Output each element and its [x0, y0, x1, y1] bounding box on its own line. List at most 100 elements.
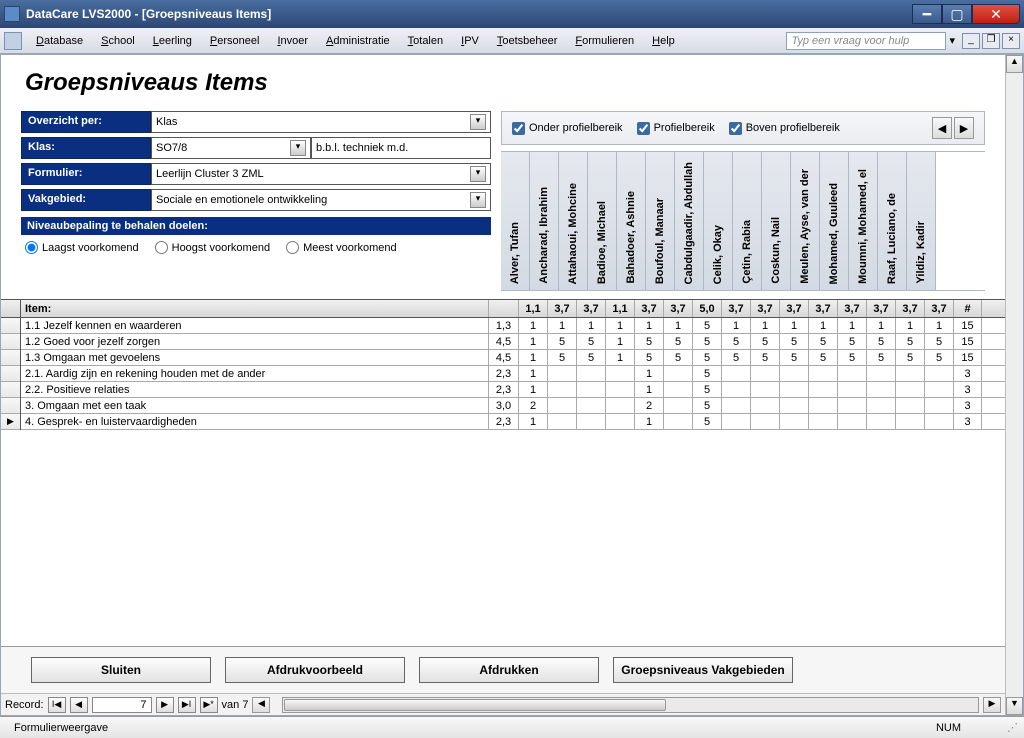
row-selector[interactable]	[1, 318, 20, 334]
cell-val	[867, 414, 896, 429]
menu-item-ipv[interactable]: IPV	[453, 31, 487, 51]
formulier-select[interactable]: Leerlijn Cluster 3 ZML ▾	[151, 163, 491, 185]
table-row[interactable]: 1.2 Goed voor jezelf zorgen4,51551555555…	[21, 334, 1005, 350]
row-selector[interactable]	[1, 334, 20, 350]
hscroll-left-button[interactable]: ◀	[252, 697, 270, 713]
maximize-button[interactable]: ▢	[942, 4, 972, 24]
profile-checks: Onder profielbereik Profielbereik Boven …	[501, 111, 985, 145]
sluiten-button[interactable]: Sluiten	[31, 657, 211, 683]
klas-label: Klas:	[21, 137, 151, 159]
table-row[interactable]: 2.1. Aardig zijn en rekening houden met …	[21, 366, 1005, 382]
cell-val	[925, 414, 954, 429]
cell-val: 5	[577, 350, 606, 365]
menu-item-invoer[interactable]: Invoer	[269, 31, 316, 51]
horizontal-scrollbar[interactable]	[282, 697, 979, 713]
vscroll-down-button[interactable]: ▼	[1006, 697, 1023, 715]
niveaubepaling-radio-0[interactable]: Laagst voorkomend	[25, 241, 139, 254]
student-header: Çetin, Rabia	[733, 152, 762, 290]
mdi-system-icon[interactable]	[4, 32, 22, 50]
child-restore-button[interactable]: ❐	[982, 33, 1000, 49]
help-search-input[interactable]	[786, 32, 946, 50]
menu-item-personeel[interactable]: Personeel	[202, 31, 268, 51]
cell-val: 1	[548, 318, 577, 333]
menu-item-totalen[interactable]: Totalen	[400, 31, 451, 51]
table-row[interactable]: 4. Gesprek- en luistervaardigheden2,3115…	[21, 414, 1005, 430]
menu-item-database[interactable]: Database	[28, 31, 91, 51]
student-header: Meulen, Ayse, van der	[791, 152, 820, 290]
vertical-scrollbar[interactable]: ▲ ▼	[1005, 55, 1023, 715]
row-selector[interactable]	[1, 350, 20, 366]
minimize-button[interactable]: ━	[912, 4, 942, 24]
help-dropdown-icon[interactable]: ▾	[946, 34, 958, 47]
record-next-button[interactable]: ▶	[156, 697, 174, 713]
table-row[interactable]: 2.2. Positieve relaties2,31153	[21, 382, 1005, 398]
cell-val	[722, 366, 751, 381]
klas-select[interactable]: SO7/8 ▾	[151, 137, 311, 159]
cell-val: 5	[925, 350, 954, 365]
niveaubepaling-radio-1[interactable]: Hoogst voorkomend	[155, 241, 270, 254]
child-close-button[interactable]: ×	[1002, 33, 1020, 49]
afdrukken-button[interactable]: Afdrukken	[419, 657, 599, 683]
niveaubepaling-header: Niveaubepaling te behalen doelen:	[21, 217, 491, 235]
dropdown-icon[interactable]: ▾	[470, 192, 486, 208]
vscroll-up-button[interactable]: ▲	[1006, 55, 1023, 73]
close-button[interactable]: ✕	[972, 4, 1020, 24]
app-icon	[4, 6, 20, 22]
student-head-val: 3,7	[722, 300, 751, 317]
menu-item-formulieren[interactable]: Formulieren	[567, 31, 642, 51]
onder-checkbox[interactable]: Onder profielbereik	[512, 122, 623, 135]
cell-val: 5	[896, 334, 925, 349]
record-new-button[interactable]: ▶*	[200, 697, 218, 713]
nav-left-button[interactable]: ◀	[932, 117, 952, 139]
vakgebieden-button[interactable]: Groepsniveaus Vakgebieden	[613, 657, 793, 683]
row-selector[interactable]	[1, 382, 20, 398]
menu-item-leerling[interactable]: Leerling	[145, 31, 200, 51]
resize-grip-icon[interactable]: ⋰	[1007, 721, 1018, 734]
afdrukvoorbeeld-button[interactable]: Afdrukvoorbeeld	[225, 657, 405, 683]
cell-val	[722, 398, 751, 413]
dropdown-icon[interactable]: ▾	[470, 114, 486, 130]
row-selector[interactable]	[1, 398, 20, 414]
hscroll-right-button[interactable]: ▶	[983, 697, 1001, 713]
cell-count: 15	[954, 334, 982, 349]
record-number-input[interactable]	[92, 697, 152, 713]
student-column-headers: Alver, TufanAncharad, IbrahimAttahaoui, …	[501, 151, 985, 291]
boven-checkbox[interactable]: Boven profielbereik	[729, 122, 840, 135]
menu-item-administratie[interactable]: Administratie	[318, 31, 398, 51]
row-selector[interactable]	[1, 414, 20, 430]
cell-val	[722, 414, 751, 429]
klas-extra-field[interactable]: b.b.l. techniek m.d.	[311, 137, 491, 159]
cell-val: 5	[664, 334, 693, 349]
cell-val: 5	[635, 350, 664, 365]
record-prev-button[interactable]: ◀	[70, 697, 88, 713]
student-header: Alver, Tufan	[501, 152, 530, 290]
vakgebied-select[interactable]: Sociale en emotionele ontwikkeling ▾	[151, 189, 491, 211]
cell-val: 5	[548, 334, 577, 349]
student-head-val: 3,7	[548, 300, 577, 317]
cell-val: 1	[635, 382, 664, 397]
dropdown-icon[interactable]: ▾	[470, 166, 486, 182]
menu-item-help[interactable]: Help	[644, 31, 683, 51]
cell-val	[606, 366, 635, 381]
student-header: Badioe, Michael	[588, 152, 617, 290]
table-row[interactable]: 1.3 Omgaan met gevoelens4,51551555555555…	[21, 350, 1005, 366]
table-row[interactable]: 3. Omgaan met een taak3,02253	[21, 398, 1005, 414]
cell-val	[606, 414, 635, 429]
cell-val	[780, 366, 809, 381]
niveaubepaling-radio-2[interactable]: Meest voorkomend	[286, 241, 397, 254]
row-selector[interactable]	[1, 366, 20, 382]
dropdown-icon[interactable]: ▾	[290, 140, 306, 156]
menu-item-toetsbeheer[interactable]: Toetsbeheer	[489, 31, 566, 51]
record-last-button[interactable]: ▶I	[178, 697, 196, 713]
profiel-checkbox[interactable]: Profielbereik	[637, 122, 715, 135]
cell-val	[664, 414, 693, 429]
cell-val	[809, 398, 838, 413]
table-row[interactable]: 1.1 Jezelf kennen en waarderen1,31111115…	[21, 318, 1005, 334]
cell-agg: 2,3	[489, 366, 519, 381]
overzicht-select[interactable]: Klas ▾	[151, 111, 491, 133]
record-first-button[interactable]: I◀	[48, 697, 66, 713]
child-minimize-button[interactable]: _	[962, 33, 980, 49]
menu-item-school[interactable]: School	[93, 31, 143, 51]
nav-right-button[interactable]: ▶	[954, 117, 974, 139]
filters-panel: Overzicht per: Klas ▾ Klas: SO7/8 ▾ b.b.…	[21, 111, 491, 291]
